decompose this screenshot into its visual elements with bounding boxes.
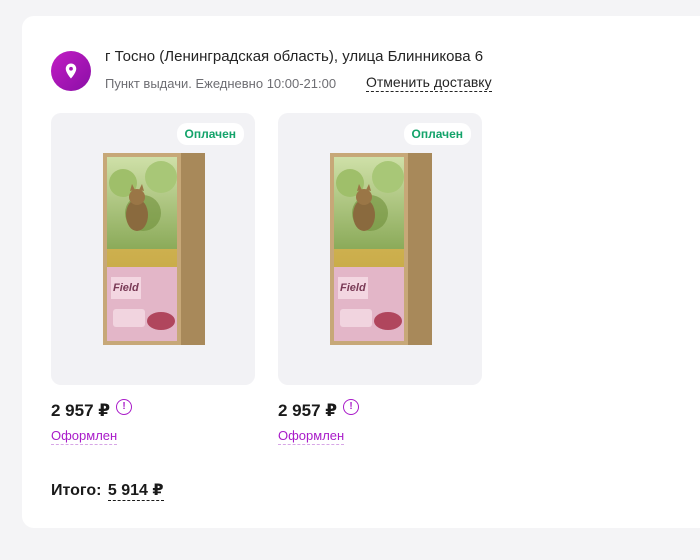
total-label: Итого: <box>51 482 102 499</box>
product-image[interactable]: Оплачен Field <box>278 113 482 385</box>
price-row: 2 957 ₽ ! <box>51 399 133 421</box>
bag-brand-text: Field <box>113 282 139 294</box>
order-item: Оплачен Field 2 957 ₽ ! Оформлен <box>51 113 255 445</box>
pickup-schedule: Пункт выдачи. Ежедневно 10:00-21:00 <box>105 76 337 91</box>
cat-food-bag-image: Field <box>103 153 205 345</box>
cat-food-bag-image: Field <box>330 153 432 345</box>
order-card: г Тосно (Ленинградская область), улица Б… <box>22 16 700 528</box>
item-price: 2 957 ₽ <box>278 401 338 420</box>
info-icon[interactable]: ! <box>343 399 360 415</box>
price-row: 2 957 ₽ ! <box>278 399 360 421</box>
order-item: Оплачен Field 2 957 ₽ ! Оформлен <box>278 113 482 445</box>
info-icon[interactable]: ! <box>116 399 133 415</box>
cancel-delivery-link[interactable]: Отменить доставку <box>366 74 492 92</box>
product-image[interactable]: Оплачен Field <box>51 113 255 385</box>
location-pin-icon <box>51 51 91 91</box>
paid-badge: Оплачен <box>403 123 471 145</box>
item-price: 2 957 ₽ <box>51 401 111 420</box>
order-total: Итого: 5 914 ₽ <box>51 480 164 501</box>
paid-badge: Оплачен <box>176 123 244 145</box>
item-status-link[interactable]: Оформлен <box>51 428 118 445</box>
location-pin-glyph <box>65 63 77 79</box>
delivery-address: г Тосно (Ленинградская область), улица Б… <box>105 48 484 65</box>
bag-brand-text: Field <box>340 282 366 294</box>
total-value[interactable]: 5 914 ₽ <box>107 482 164 501</box>
item-status-link[interactable]: Оформлен <box>278 428 345 445</box>
